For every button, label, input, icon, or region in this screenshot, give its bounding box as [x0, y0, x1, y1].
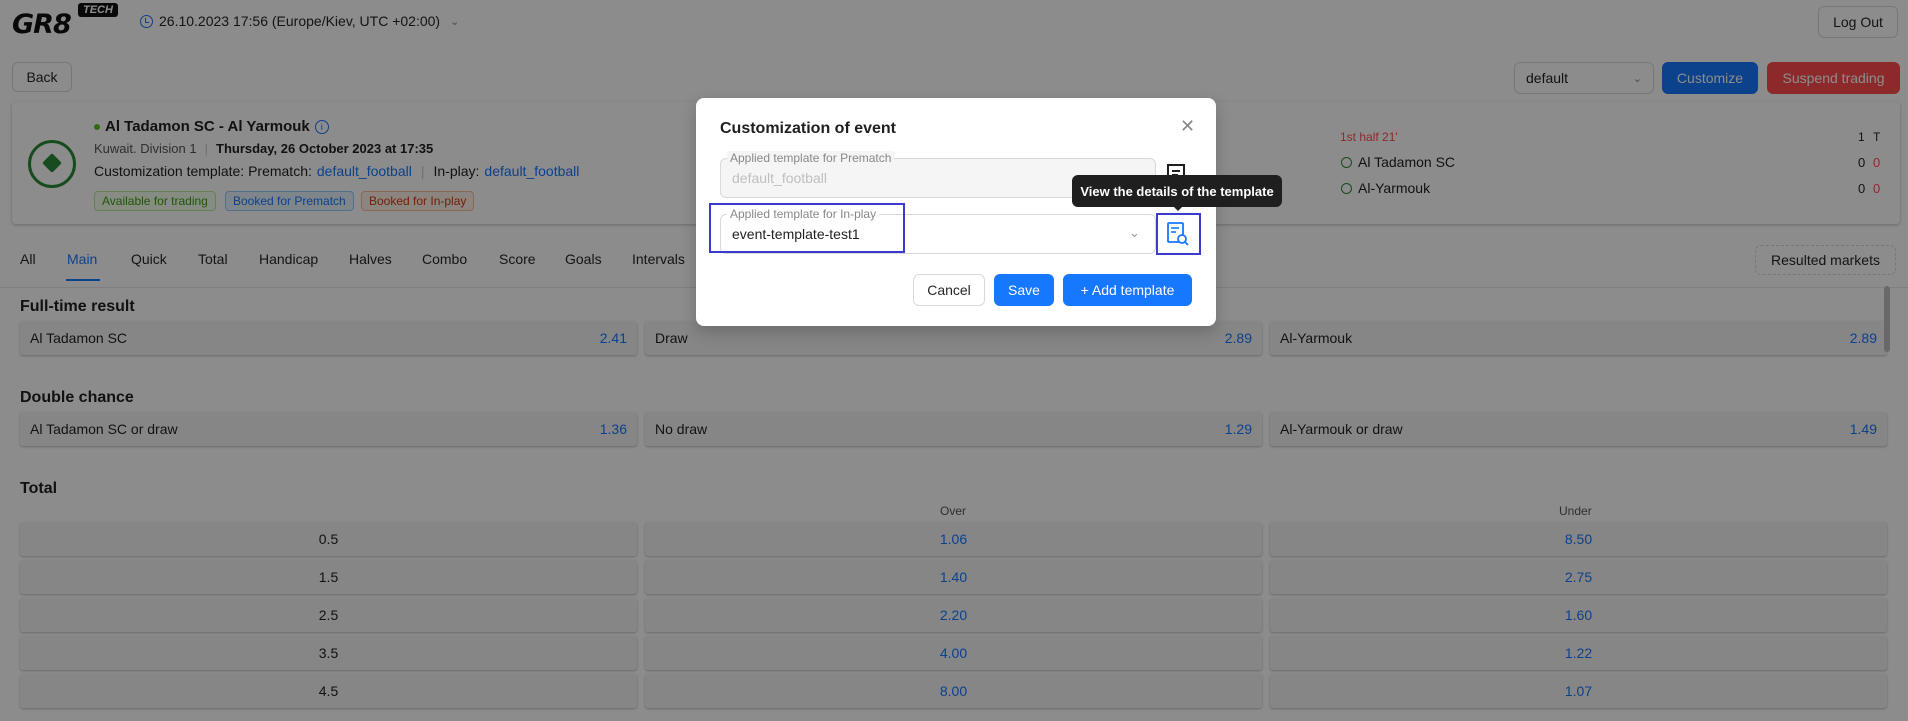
tooltip-arrow: [1172, 205, 1184, 211]
inplay-highlight-box: [709, 203, 905, 253]
close-icon[interactable]: ✕: [1180, 116, 1195, 137]
view-template-details-icon[interactable]: [1166, 220, 1190, 248]
cancel-button[interactable]: Cancel: [913, 274, 985, 306]
prematch-template-label: Applied template for Prematch: [727, 151, 895, 165]
modal-title: Customization of event: [720, 120, 897, 137]
save-button[interactable]: Save: [994, 274, 1054, 306]
chevron-down-icon: ⌄: [1129, 225, 1140, 240]
add-template-button[interactable]: + Add template: [1063, 274, 1192, 306]
prematch-template-value: default_football: [732, 170, 827, 186]
tooltip: View the details of the template: [1072, 175, 1282, 207]
